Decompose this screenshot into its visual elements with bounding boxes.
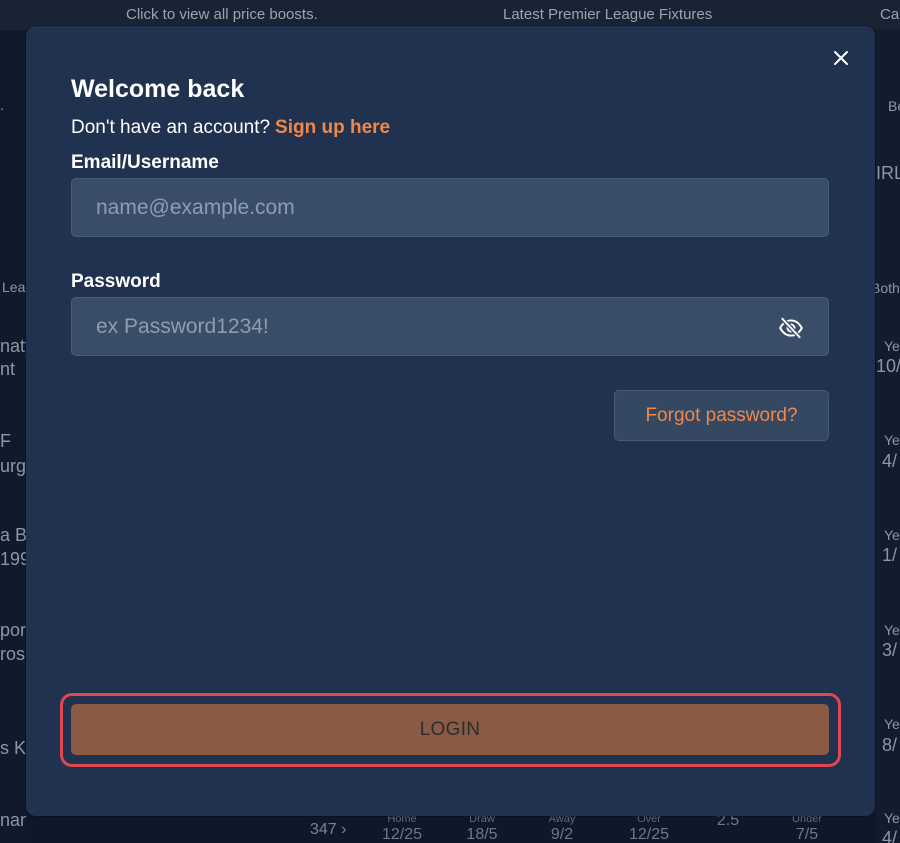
signup-prompt: Don't have an account? Sign up here — [71, 117, 390, 139]
modal-title: Welcome back — [71, 75, 245, 103]
bg-right-fragment: Ye — [884, 716, 900, 732]
bg-right-fragment: IRL — [876, 163, 900, 183]
bg-left-fragment: Lea — [2, 279, 26, 295]
email-field[interactable] — [72, 179, 828, 236]
background-odds-row — [26, 815, 876, 843]
banner-fixtures: Latest Premier League Fixtures — [503, 6, 713, 23]
bg-right-fragment: 10/ — [876, 356, 900, 376]
close-icon — [834, 51, 848, 65]
bg-left-fragment: urg — [0, 456, 27, 476]
bg-right-fragment: 4/ — [882, 828, 898, 843]
bg-left-fragment: por — [0, 620, 27, 640]
login-modal: Welcome back Don't have an account? Sign … — [26, 26, 875, 816]
odds-cell: Draw 18/5 — [466, 813, 498, 843]
odds-cell: Under 7/5 — [792, 813, 822, 843]
bg-left-fragment: . — [0, 97, 4, 113]
email-label: Email/Username — [71, 152, 219, 173]
forgot-password-button[interactable]: Forgot password? — [614, 390, 829, 441]
password-field-wrapper — [71, 297, 829, 356]
odds-cell: Home 12/25 — [381, 813, 423, 843]
login-button[interactable]: LOGIN — [71, 704, 829, 755]
bg-right-fragment: 8/ — [882, 735, 898, 755]
bg-left-fragment: nt — [0, 359, 16, 379]
eye-off-icon — [779, 316, 803, 340]
bg-right-fragment: Ye — [884, 622, 900, 638]
close-button[interactable] — [829, 46, 853, 70]
bg-right-fragment: Both — [871, 280, 900, 296]
bg-right-fragment: Ye — [884, 527, 900, 543]
odds-cell: Over 12/25 — [628, 813, 670, 843]
banner-right-fragment: Ca — [880, 6, 900, 23]
password-label: Password — [71, 271, 161, 292]
bg-right-fragment: 3/ — [882, 640, 898, 660]
bg-right-fragment: Ye — [884, 338, 900, 354]
bg-left-fragment: ros — [0, 644, 26, 664]
password-visibility-toggle[interactable] — [778, 315, 804, 341]
bg-right-fragment: Ye — [884, 810, 900, 826]
bg-right-fragment: Ye — [884, 432, 900, 448]
market-count: 347 › — [310, 821, 347, 838]
password-field[interactable] — [72, 298, 828, 355]
signup-link[interactable]: Sign up here — [275, 117, 390, 138]
banner-price-boosts: Click to view all price boosts. — [126, 6, 318, 23]
bg-right-fragment: 1/ — [882, 545, 898, 565]
email-field-wrapper — [71, 178, 829, 237]
odds-cell: Away 9/2 — [548, 813, 576, 843]
bg-left-fragment: s K — [0, 738, 27, 758]
bg-left-fragment: F — [0, 431, 11, 451]
bg-right-fragment: Be — [888, 98, 900, 114]
signup-prompt-text: Don't have an account? — [71, 117, 271, 138]
bg-right-fragment: 4/ — [882, 451, 898, 471]
bg-left-fragment: a B — [0, 525, 28, 545]
